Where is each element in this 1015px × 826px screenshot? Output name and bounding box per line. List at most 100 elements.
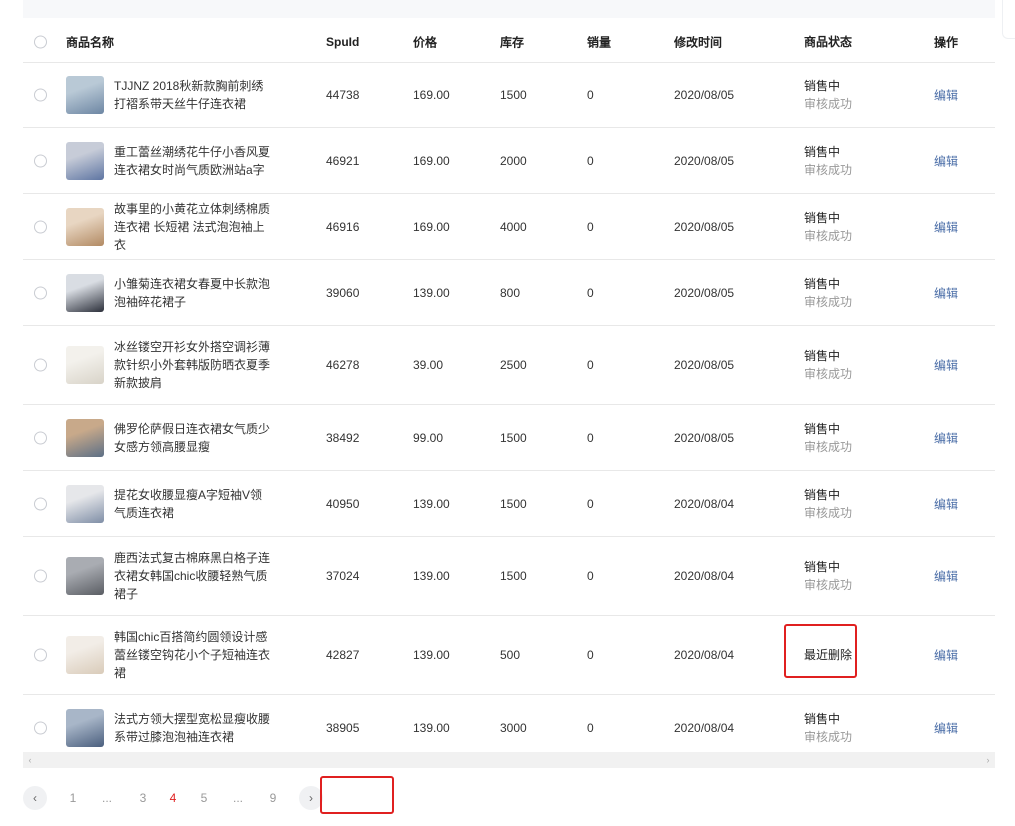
table-row: 小雏菊连衣裙女春夏中长款泡泡袖碎花裙子 39060 139.00 800 0 2020/0…	[23, 260, 995, 326]
review-status: 审核成功	[804, 729, 853, 744]
product-thumbnail[interactable]	[66, 346, 104, 384]
product-thumbnail[interactable]	[66, 708, 104, 747]
edit-link[interactable]: 编辑	[934, 495, 958, 512]
product-thumbnail[interactable]	[66, 141, 104, 180]
product-modified-time: 2020/08/04	[674, 569, 735, 583]
product-thumbnail[interactable]	[66, 557, 104, 595]
product-spuid: 39060	[326, 285, 360, 300]
review-status: 审核成功	[804, 578, 853, 592]
row-checkbox[interactable]	[34, 358, 47, 372]
table-body: TJJNZ 2018秋新款胸前刺绣打褶系带天丝牛仔连衣裙 44738 169.00 1…	[23, 63, 995, 761]
edit-link[interactable]: 编辑	[934, 87, 958, 104]
scroll-left-icon[interactable]: ‹	[23, 752, 37, 768]
edit-link[interactable]: 编辑	[934, 284, 958, 301]
prev-page-button[interactable]: ‹	[23, 786, 47, 810]
product-price: 169.00	[413, 88, 450, 102]
product-name[interactable]: 小雏菊连衣裙女春夏中长款泡泡袖碎花裙子	[114, 275, 272, 311]
row-checkbox[interactable]	[34, 648, 47, 662]
review-status: 审核成功	[804, 97, 853, 111]
product-name[interactable]: 冰丝镂空开衫女外搭空调衫薄款针织小外套韩版防晒衣夏季新款披肩	[114, 338, 272, 392]
product-status: 销售中 审核成功	[804, 275, 852, 311]
edit-link[interactable]: 编辑	[934, 647, 958, 664]
product-name[interactable]: 鹿西法式复古棉麻黑白格子连衣裙女韩国chic收腰轻熟气质裙子	[114, 549, 272, 603]
header-modified-time: 修改时间	[674, 35, 723, 50]
product-sales: 0	[587, 153, 594, 168]
header-status: 商品状态	[804, 35, 853, 49]
edit-link[interactable]: 编辑	[934, 568, 958, 585]
status-label: 销售中	[804, 560, 841, 574]
page-9[interactable]: 9	[263, 786, 283, 810]
product-name[interactable]: 佛罗伦萨假日连衣裙女气质少女感方领高腰显瘦	[114, 420, 272, 456]
product-stock: 800	[500, 285, 521, 300]
product-spuid: 46278	[326, 358, 360, 372]
product-modified-time: 2020/08/04	[674, 648, 735, 662]
row-checkbox[interactable]	[34, 497, 47, 510]
product-thumbnail[interactable]	[66, 76, 104, 114]
product-thumbnail[interactable]	[66, 207, 104, 246]
status-label: 销售中	[804, 349, 841, 363]
product-name[interactable]: 提花女收腰显瘦A字短袖V领气质连衣裙	[114, 486, 272, 522]
product-price: 99.00	[413, 430, 444, 445]
page-ellipsis-right[interactable]: ...	[228, 786, 248, 810]
product-thumbnail[interactable]	[66, 484, 104, 523]
page-ellipsis-left[interactable]: ...	[97, 786, 117, 810]
product-name[interactable]: 韩国chic百搭简约圆领设计感蕾丝镂空钩花小个子短袖连衣裙	[114, 628, 272, 682]
product-sales: 0	[587, 285, 594, 300]
status-label: 销售中	[804, 487, 841, 502]
product-sales: 0	[587, 219, 594, 234]
table-row: TJJNZ 2018秋新款胸前刺绣打褶系带天丝牛仔连衣裙 44738 169.00 1…	[23, 63, 995, 128]
table-row: 佛罗伦萨假日连衣裙女气质少女感方领高腰显瘦 38492 99.00 1500 0 2020…	[23, 405, 995, 471]
product-spuid: 38905	[326, 720, 360, 735]
product-modified-time: 2020/08/05	[674, 430, 735, 445]
header-price: 价格	[413, 35, 438, 50]
product-status: 销售中 审核成功	[804, 486, 852, 522]
product-modified-time: 2020/08/05	[674, 153, 735, 168]
edit-link[interactable]: 编辑	[934, 719, 958, 736]
page-3[interactable]: 3	[133, 786, 153, 810]
header-stock: 库存	[500, 35, 525, 50]
product-thumbnail[interactable]	[66, 273, 104, 312]
page-4-current[interactable]: 4	[163, 786, 183, 810]
product-name[interactable]: 故事里的小黄花立体刺绣棉质连衣裙 长短裙 法式泡泡袖上衣	[114, 200, 272, 254]
product-sales: 0	[587, 648, 594, 662]
product-price: 169.00	[413, 153, 450, 168]
horizontal-scrollbar[interactable]: ‹ ›	[23, 752, 995, 768]
product-modified-time: 2020/08/05	[674, 88, 735, 102]
edit-link[interactable]: 编辑	[934, 357, 958, 374]
row-checkbox[interactable]	[34, 286, 47, 299]
table-header: 商品名称 SpuId 价格 库存 销量 修改时间 商品状态 操作	[23, 22, 995, 63]
row-checkbox[interactable]	[34, 431, 47, 444]
product-status: 销售中 审核成功	[804, 143, 852, 179]
edit-link[interactable]: 编辑	[934, 152, 958, 169]
product-price: 139.00	[413, 285, 450, 300]
row-checkbox[interactable]	[34, 569, 47, 583]
product-status: 销售中 审核成功	[804, 710, 852, 746]
product-name[interactable]: 重工蕾丝潮绣花牛仔小香风夏连衣裙女时尚气质欧洲站a字	[114, 143, 272, 179]
product-spuid: 38492	[326, 430, 360, 445]
product-price: 139.00	[413, 648, 450, 662]
row-checkbox[interactable]	[34, 88, 47, 102]
scroll-right-icon[interactable]: ›	[981, 752, 995, 768]
product-thumbnail[interactable]	[66, 418, 104, 457]
product-modified-time: 2020/08/05	[674, 285, 735, 300]
page-1[interactable]: 1	[63, 786, 83, 810]
row-checkbox[interactable]	[34, 154, 47, 167]
table-row: 韩国chic百搭简约圆领设计感蕾丝镂空钩花小个子短袖连衣裙 42827 139.00…	[23, 616, 995, 695]
status-label: 销售中	[804, 210, 841, 225]
edit-link[interactable]: 编辑	[934, 429, 958, 446]
row-checkbox[interactable]	[34, 721, 47, 734]
status-label: 销售中	[804, 276, 841, 291]
product-name[interactable]: TJJNZ 2018秋新款胸前刺绣打褶系带天丝牛仔连衣裙	[114, 77, 272, 113]
select-all-checkbox[interactable]	[34, 35, 47, 49]
highlight-box-pagination	[320, 776, 394, 814]
page-5[interactable]: 5	[194, 786, 214, 810]
row-checkbox[interactable]	[34, 220, 47, 233]
product-thumbnail[interactable]	[66, 636, 104, 674]
product-name[interactable]: 法式方领大摆型宽松显瘦收腰系带过膝泡泡袖连衣裙	[114, 710, 272, 746]
product-stock: 1500	[500, 88, 527, 102]
edit-link[interactable]: 编辑	[934, 218, 958, 235]
product-modified-time: 2020/08/04	[674, 496, 735, 511]
status-label: 销售中	[804, 711, 841, 726]
table-row: 提花女收腰显瘦A字短袖V领气质连衣裙 40950 139.00 1500 0 2020/0…	[23, 471, 995, 537]
product-modified-time: 2020/08/05	[674, 219, 735, 234]
